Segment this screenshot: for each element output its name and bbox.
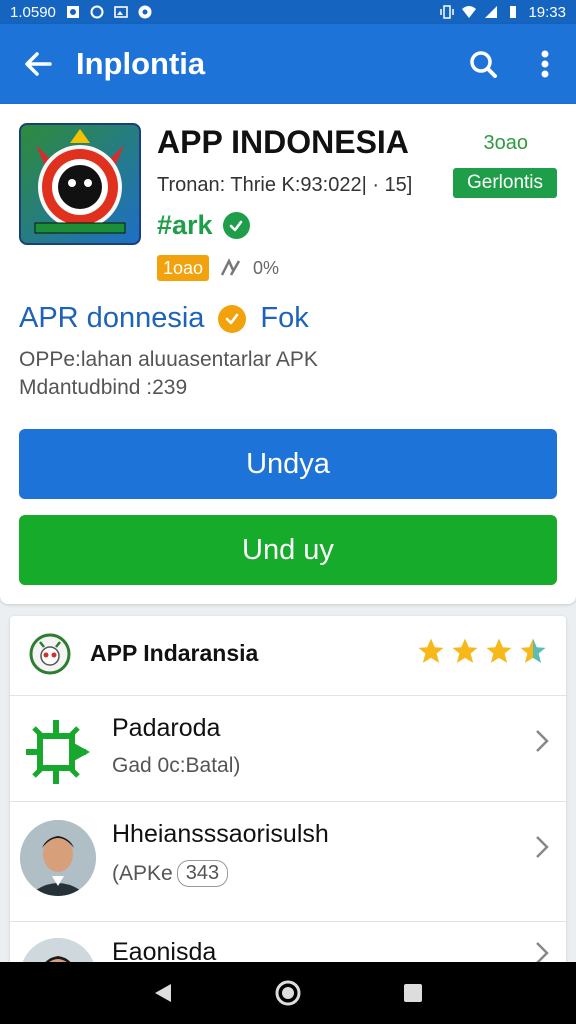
count-pill: 343 [176, 860, 229, 887]
nav-home-button[interactable] [258, 962, 318, 1024]
secondary-download-button[interactable]: Und uy [19, 515, 557, 585]
square-recents-icon [404, 984, 423, 1002]
percent-text: 0% [253, 257, 280, 278]
system-nav-bar [0, 962, 576, 1024]
app-size: 3oao [483, 132, 529, 154]
nav-recents-button[interactable] [383, 962, 443, 1024]
status-bar: 1.0590 19:33 [0, 0, 576, 24]
notification-icon [138, 5, 152, 19]
app-tag: #ark [157, 210, 213, 240]
signal-icon [485, 6, 498, 18]
list-item-subtitle-text: (APKe [112, 861, 173, 885]
developer-link[interactable]: APR donnesia [19, 302, 204, 335]
related-list-card: APP Indaransia Padaroda Gad 0c:Batal) Hh… [10, 616, 566, 976]
vibrate-icon [440, 5, 455, 19]
description-line: OPPe:lahan aluuasentarlar APK [19, 348, 318, 371]
link-icon [220, 258, 241, 276]
circle-home-icon [275, 980, 301, 1006]
list-item-subtitle: Gad 0c:Batal) [112, 754, 240, 778]
description-line: Mdantudbind :239 [19, 376, 188, 399]
chevron-right-icon [536, 730, 549, 752]
app-emblem-icon [29, 633, 71, 675]
list-item[interactable]: Padaroda Gad 0c:Batal) [10, 696, 566, 802]
battery-icon [510, 6, 517, 18]
arrow-left-icon [25, 52, 52, 76]
search-button[interactable] [452, 24, 514, 104]
category-badge[interactable]: Gerlontis [453, 168, 557, 198]
verified-icon [222, 212, 250, 239]
puzzle-icon [26, 720, 90, 784]
back-button[interactable] [0, 24, 76, 104]
photo-icon [66, 6, 79, 18]
list-item-title: Padaroda [112, 714, 221, 742]
app-logo-icon [34, 129, 126, 234]
list-item[interactable]: Hheiansssaorisulsh (APKe 343 [10, 802, 566, 922]
version-badge: 1oao [157, 255, 210, 281]
avatar [20, 820, 96, 896]
circle-icon [90, 5, 104, 19]
list-item-title: Hheiansssaorisulsh [112, 820, 329, 848]
star-icon [452, 638, 478, 663]
triangle-back-icon [154, 984, 171, 1002]
download-button[interactable]: Undya [19, 429, 557, 499]
wifi-icon [462, 6, 477, 18]
developer-tag: Fok [260, 302, 309, 334]
app-description: OPPe:lahan aluuasentarlar APK Mdantudbin… [19, 346, 318, 402]
list-item-subtitle: (APKe 343 [112, 860, 229, 887]
page-title: Inplontia [76, 46, 206, 81]
badge-check-icon [218, 304, 247, 333]
app-meta: Tronan: Thrie K:93:022| · 15] [157, 174, 413, 196]
more-options-button[interactable] [514, 24, 576, 104]
app-icon [19, 123, 141, 245]
status-time: 19:33 [528, 3, 566, 21]
app-bar: Inplontia [0, 24, 576, 104]
star-half-icon [520, 638, 546, 663]
gallery-icon [114, 6, 128, 18]
list-header-title: APP Indaransia [90, 640, 259, 666]
app-name: APP INDONESIA [157, 124, 409, 160]
more-vertical-icon [541, 50, 549, 78]
nav-back-button[interactable] [133, 962, 193, 1024]
rating-stars [416, 636, 548, 666]
list-header[interactable]: APP Indaransia [10, 616, 566, 696]
star-icon [486, 638, 512, 663]
status-text: 1.0590 [10, 3, 56, 21]
list-item-subtitle-text: Gad 0c:Batal) [112, 754, 241, 777]
search-icon [470, 51, 497, 78]
app-detail-card: APP INDONESIA 3oao Tronan: Thrie K:93:02… [0, 104, 576, 604]
chevron-right-icon [536, 836, 549, 858]
star-icon [418, 638, 444, 663]
